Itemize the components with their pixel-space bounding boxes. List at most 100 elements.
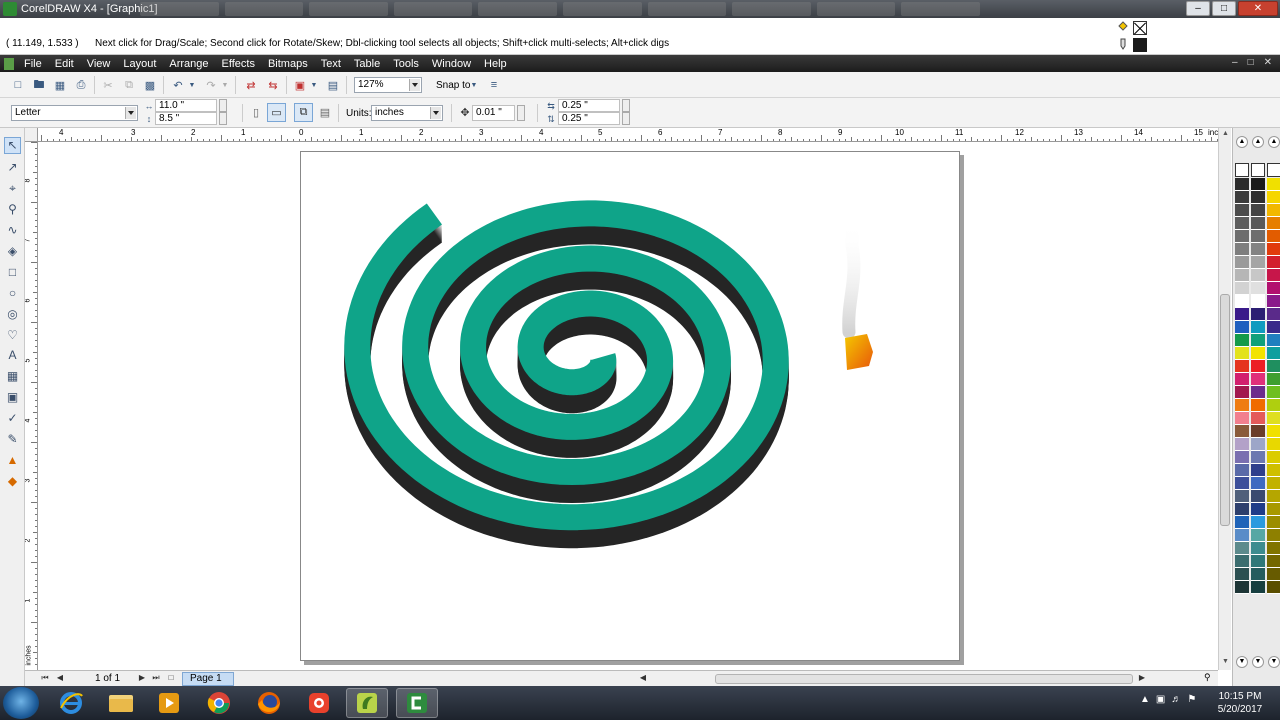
scroll-thumb[interactable] — [1220, 294, 1230, 526]
color-swatch[interactable] — [1267, 269, 1280, 282]
text-tool-icon[interactable]: A — [4, 347, 21, 364]
menu-window[interactable]: Window — [432, 58, 471, 70]
color-swatch[interactable] — [1251, 282, 1265, 295]
color-swatch[interactable] — [1267, 542, 1280, 555]
save-icon[interactable]: ▦ — [52, 77, 68, 93]
export-icon[interactable]: ⇆ — [265, 77, 281, 93]
doc-restore-button[interactable]: □ — [1248, 57, 1254, 68]
import-icon[interactable]: ⇄ — [243, 77, 259, 93]
color-swatch[interactable] — [1235, 451, 1249, 464]
color-swatch[interactable] — [1267, 529, 1280, 542]
zoom-tool-icon[interactable]: ⚲ — [4, 201, 21, 218]
smart-fill-tool-icon[interactable]: ◈ — [4, 243, 21, 260]
color-swatch[interactable] — [1267, 373, 1280, 386]
color-swatch[interactable] — [1267, 321, 1280, 334]
color-swatch[interactable] — [1267, 308, 1280, 321]
paste-icon[interactable]: ▩ — [142, 77, 158, 93]
color-swatch[interactable] — [1235, 503, 1249, 516]
options-icon[interactable]: ≡ — [486, 77, 502, 93]
color-swatch[interactable] — [1267, 412, 1280, 425]
color-swatch[interactable] — [1267, 503, 1280, 516]
interactive-fill-tool-icon[interactable]: ◆ — [4, 473, 21, 490]
color-swatch[interactable] — [1235, 464, 1249, 477]
copy-icon[interactable]: ⧉ — [121, 77, 137, 93]
color-swatch[interactable] — [1267, 295, 1280, 308]
horizontal-ruler[interactable]: 4 3 2 1 0 1 2 3 4 5 6 7 8 9 10 11 12 13 … — [38, 128, 1231, 142]
internet-explorer-icon[interactable] — [50, 688, 92, 718]
color-swatch[interactable] — [1267, 360, 1280, 373]
firefox-icon[interactable] — [248, 688, 290, 718]
color-swatch[interactable] — [1267, 217, 1280, 230]
palette-scroll-up-icon[interactable]: ▲ — [1252, 136, 1264, 148]
color-swatch[interactable] — [1251, 529, 1265, 542]
color-swatch[interactable] — [1235, 529, 1249, 542]
menu-view[interactable]: View — [87, 58, 111, 70]
color-swatch[interactable] — [1251, 360, 1265, 373]
color-swatch[interactable] — [1251, 334, 1265, 347]
color-swatch[interactable] — [1235, 386, 1249, 399]
color-swatch[interactable] — [1235, 542, 1249, 555]
polygon-tool-icon[interactable]: ◎ — [4, 306, 21, 323]
no-color-swatch[interactable] — [1251, 163, 1265, 177]
pick-tool-icon[interactable]: ↖ — [4, 137, 21, 154]
navigator-zoom-icon[interactable]: ⚲ — [1204, 672, 1216, 684]
color-swatch[interactable] — [1251, 386, 1265, 399]
color-swatch[interactable] — [1251, 308, 1265, 321]
chrome-icon[interactable] — [198, 688, 240, 718]
scroll-up-icon[interactable]: ▲ — [1221, 130, 1230, 139]
color-swatch[interactable] — [1251, 568, 1265, 581]
fill-none-swatch[interactable] — [1133, 21, 1147, 35]
outline-pen-tool-icon[interactable]: ✎ — [4, 431, 21, 448]
no-color-swatch[interactable] — [1235, 163, 1249, 177]
color-swatch[interactable] — [1267, 438, 1280, 451]
crop-tool-icon[interactable]: ⌖ — [4, 180, 21, 197]
table-tool-icon[interactable]: ▦ — [4, 368, 21, 385]
color-swatch[interactable] — [1235, 347, 1249, 360]
color-swatch[interactable] — [1267, 516, 1280, 529]
maximize-button[interactable]: □ — [1212, 1, 1236, 16]
start-button[interactable] — [3, 687, 39, 719]
hscroll-left-icon[interactable]: ◀ — [638, 673, 648, 684]
basic-shapes-tool-icon[interactable]: ♡ — [4, 327, 21, 344]
color-swatch[interactable] — [1251, 243, 1265, 256]
duplicate-y-field[interactable]: 0.25 " — [558, 112, 620, 125]
menu-arrange[interactable]: Arrange — [169, 58, 208, 70]
color-swatch[interactable] — [1235, 399, 1249, 412]
menu-effects[interactable]: Effects — [222, 58, 255, 70]
units-select[interactable]: inches — [371, 105, 443, 121]
color-swatch[interactable] — [1267, 178, 1280, 191]
redo-icon[interactable]: ↷ — [203, 77, 219, 93]
palette-scroll-down-icon[interactable]: ▼ — [1268, 656, 1280, 668]
color-swatch[interactable] — [1251, 516, 1265, 529]
interactive-effects-tool-icon[interactable]: ▣ — [4, 389, 21, 406]
color-swatch[interactable] — [1235, 243, 1249, 256]
minimize-button[interactable]: – — [1186, 1, 1210, 16]
menu-file[interactable]: File — [24, 58, 42, 70]
color-swatch[interactable] — [1251, 451, 1265, 464]
vertical-ruler[interactable]: 8 7 6 5 4 3 2 1 inches — [25, 142, 38, 670]
color-swatch[interactable] — [1235, 269, 1249, 282]
nudge-distance-field[interactable]: 0.01 " — [472, 105, 515, 121]
snap-to-button[interactable]: Snap to — [436, 80, 470, 91]
volume-icon[interactable]: ♬ — [1171, 694, 1181, 705]
color-swatch[interactable] — [1235, 490, 1249, 503]
ruler-origin[interactable] — [25, 128, 38, 142]
launcher-dropdown-icon[interactable]: ▼ — [310, 77, 318, 93]
color-swatch[interactable] — [1235, 230, 1249, 243]
color-swatch[interactable] — [1235, 204, 1249, 217]
next-page-icon[interactable]: ▶ — [137, 673, 147, 684]
taskbar-clock[interactable]: 10:15 PM 5/20/2017 — [1212, 690, 1268, 716]
color-swatch[interactable] — [1251, 425, 1265, 438]
media-player-icon[interactable] — [148, 688, 190, 718]
drawing-canvas[interactable] — [38, 142, 1218, 670]
color-swatch[interactable] — [1267, 282, 1280, 295]
current-page-icon[interactable]: ▤ — [317, 104, 333, 120]
add-page-icon[interactable]: □ — [166, 673, 176, 684]
duplicate-y-spinner[interactable] — [622, 112, 630, 125]
palette-scroll-up-icon[interactable]: ▲ — [1268, 136, 1280, 148]
color-swatch[interactable] — [1251, 399, 1265, 412]
color-swatch[interactable] — [1251, 191, 1265, 204]
color-swatch[interactable] — [1235, 282, 1249, 295]
page-width-spinner[interactable] — [219, 99, 227, 112]
action-center-icon[interactable]: ⚑ — [1187, 694, 1196, 705]
